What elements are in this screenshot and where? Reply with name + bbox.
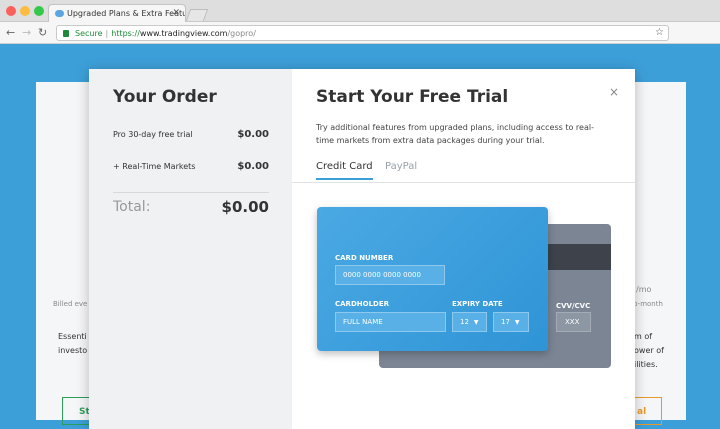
order-summary-panel: Your Order Pro 30-day free trial $0.00 +…	[89, 69, 292, 429]
right-plan-description: m of ower of ilities.	[634, 332, 664, 369]
minimize-window-icon[interactable]	[20, 6, 30, 16]
browser-tab[interactable]: Upgraded Plans & Extra Featu ✕	[48, 4, 186, 23]
tab-title: Upgraded Plans & Extra Featu	[67, 9, 186, 18]
maximize-window-icon[interactable]	[34, 6, 44, 16]
expiry-label: EXPIRY DATE	[452, 300, 503, 308]
trial-description: Try additional features from upgraded pl…	[316, 123, 594, 145]
cardholder-label: CARDHOLDER	[335, 300, 390, 308]
left-plan-description: Essenti investo	[58, 332, 88, 355]
order-line-item: Pro 30-day free trial $0.00	[113, 129, 269, 140]
chevron-down-icon: ▼	[473, 319, 479, 326]
cloud-icon	[55, 10, 64, 17]
expiry-month-select[interactable]: 12 ▼	[452, 312, 487, 332]
cvv-label: CVV/CVC	[556, 302, 591, 310]
new-tab-button[interactable]	[185, 9, 209, 21]
lock-icon	[63, 30, 69, 37]
tab-paypal[interactable]: PayPal	[385, 161, 417, 172]
order-line-item: + Real-Time Markets $0.00	[113, 161, 269, 172]
card-front: CARD NUMBER 0000 0000 0000 0000 CARDHOLD…	[317, 207, 548, 351]
billed-text: Billed eve	[53, 300, 88, 308]
close-icon[interactable]: ×	[609, 85, 619, 99]
right-plan-price: /mo	[636, 285, 652, 294]
trial-title: Start Your Free Trial	[316, 87, 509, 107]
order-item-label: + Real-Time Markets	[113, 162, 196, 171]
forward-arrow-icon[interactable]: →	[22, 26, 31, 39]
order-total: Total: $0.00	[113, 198, 269, 216]
address-bar[interactable]: Secure | https://www.tradingview.com/gopro…	[56, 25, 669, 41]
total-value: $0.00	[221, 198, 269, 216]
payment-tabs: Credit Card PayPal	[292, 157, 635, 183]
chevron-down-icon: ▼	[514, 319, 520, 326]
card-number-input[interactable]: 0000 0000 0000 0000	[335, 265, 445, 285]
tab-close-icon[interactable]: ✕	[172, 8, 180, 18]
order-item-value: $0.00	[237, 129, 269, 140]
secure-label: Secure	[75, 29, 103, 38]
back-arrow-icon[interactable]: ←	[6, 26, 15, 39]
url-scheme: https://	[111, 29, 140, 38]
url-host: www.tradingview.com	[139, 29, 228, 38]
browser-toolbar: ← → ↻ Secure | https://www.tradingview.com…	[0, 22, 720, 44]
browser-tab-bar: Upgraded Plans & Extra Featu ✕	[0, 0, 720, 23]
checkout-modal: Your Order Pro 30-day free trial $0.00 +…	[89, 69, 635, 429]
card-number-label: CARD NUMBER	[335, 254, 394, 262]
url-path: /gopro/	[227, 29, 256, 38]
order-item-value: $0.00	[237, 161, 269, 172]
close-window-icon[interactable]	[6, 6, 16, 16]
expiry-year-select[interactable]: 17 ▼	[493, 312, 529, 332]
total-label: Total:	[113, 199, 151, 215]
cardholder-input[interactable]: FULL NAME	[335, 312, 446, 332]
bookmark-star-icon[interactable]: ☆	[655, 27, 664, 38]
tab-credit-card[interactable]: Credit Card	[316, 161, 373, 180]
order-divider	[113, 192, 269, 193]
cvv-input[interactable]: XXX	[556, 312, 591, 332]
order-title: Your Order	[113, 87, 217, 107]
order-item-label: Pro 30-day free trial	[113, 130, 193, 139]
reload-icon[interactable]: ↻	[38, 26, 47, 39]
